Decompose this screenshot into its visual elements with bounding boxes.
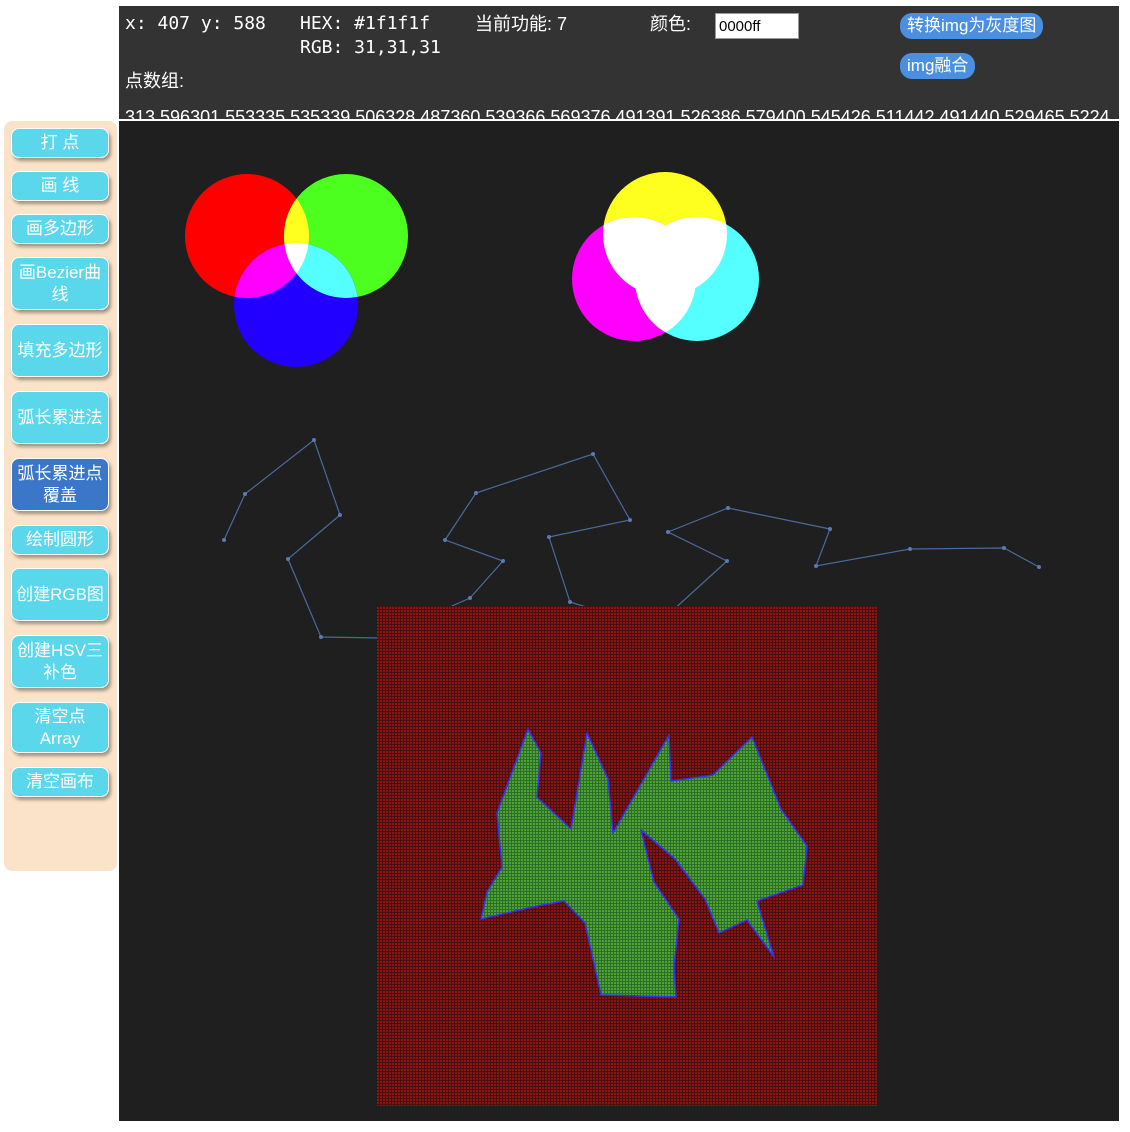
sidebar-button-clear-points[interactable]: 清空点Array [11, 702, 109, 753]
sidebar-button-rgb[interactable]: 创建RGB图 [11, 568, 109, 621]
sidebar: 打 点 画 线 画多边形 画Bezier曲线 填充多边形 弧长累进法 弧长累进点… [4, 121, 117, 871]
fill-region [377, 606, 877, 1106]
sidebar-button-clear-canvas[interactable]: 清空画布 [11, 767, 109, 797]
hsv-circles [572, 172, 759, 341]
rgb-circles [185, 174, 408, 367]
hex-readout: HEX: #1f1f1f [300, 13, 431, 34]
sidebar-button-circle[interactable]: 绘制圆形 [11, 525, 109, 555]
sidebar-button-polygon[interactable]: 画多边形 [11, 214, 109, 244]
sidebar-button-point[interactable]: 打 点 [11, 128, 109, 158]
sidebar-button-fill-polygon[interactable]: 填充多边形 [11, 324, 109, 377]
current-function: 当前功能: 7 [475, 14, 568, 34]
cursor-coordinates: x: 407 y: 588 [125, 13, 266, 34]
color-input[interactable] [715, 13, 799, 39]
color-label: 颜色: [650, 14, 692, 34]
image-blend-button[interactable]: img融合 [900, 53, 976, 79]
rgb-readout: RGB: 31,31,31 [300, 37, 441, 58]
points-array: 313 596301 553335 535339 506328 487360 5… [125, 107, 1110, 119]
sidebar-button-bezier[interactable]: 画Bezier曲线 [11, 257, 109, 310]
canvas-drawing [185, 172, 1041, 1106]
sidebar-button-arc-length[interactable]: 弧长累进法 [11, 391, 109, 444]
sidebar-button-arc-length-cover[interactable]: 弧长累进点覆盖 [11, 458, 109, 511]
points-label: 点数组: [125, 71, 185, 91]
sidebar-button-hsv[interactable]: 创建HSV三补色 [11, 635, 109, 688]
drawing-canvas[interactable] [119, 121, 1119, 1121]
status-bar: x: 407 y: 588 HEX: #1f1f1f RGB: 31,31,31… [119, 6, 1119, 119]
convert-grayscale-button[interactable]: 转换img为灰度图 [900, 13, 1044, 39]
sidebar-button-line[interactable]: 画 线 [11, 171, 109, 201]
